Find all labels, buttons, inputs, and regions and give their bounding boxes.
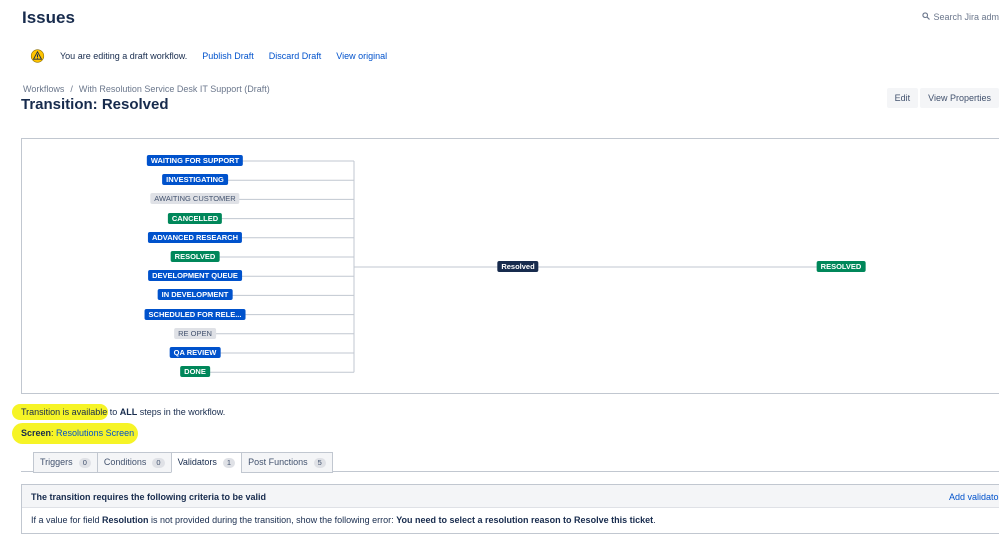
validator-text: is not provided during the transition, s… [148, 515, 397, 525]
tab-count: 0 [152, 457, 165, 468]
from-status-badge: AWAITING CUSTOMER [150, 193, 240, 205]
from-status-badge: IN DEVELOPMENT [157, 289, 233, 301]
breadcrumb: Workflows / With Resolution Service Desk I… [23, 84, 270, 94]
tab-count: 5 [313, 457, 326, 468]
view-properties-button[interactable]: View Properties [920, 88, 999, 108]
tab-label: Validators [177, 457, 217, 467]
availability-suffix: steps in the workflow. [137, 407, 226, 417]
validator-text: . [653, 515, 656, 525]
availability-prefix: Transition is available to [21, 407, 120, 417]
discard-draft-link[interactable]: Discard Draft [269, 51, 322, 61]
header-actions: Edit View Properties [885, 88, 999, 108]
validator-field: Resolution [102, 515, 149, 525]
screen-label: Screen [21, 428, 52, 438]
search-icon [922, 12, 931, 22]
tab-triggers[interactable]: Triggers 0 [33, 452, 98, 473]
from-status-badge: RE OPEN [174, 327, 216, 339]
publish-draft-link[interactable]: Publish Draft [202, 51, 254, 61]
tab-conditions[interactable]: Conditions 0 [96, 452, 172, 473]
from-status-badge: ADVANCED RESEARCH [147, 231, 243, 243]
validator-description: If a value for field Resolution is not p… [31, 515, 656, 525]
search-input[interactable]: Search Jira adm [922, 12, 999, 22]
breadcrumb-workflow-link[interactable]: With Resolution Service Desk IT Support … [79, 84, 270, 94]
validator-text: If a value for field [31, 515, 103, 525]
draft-warning-bar: You are editing a draft workflow. Publis… [30, 47, 402, 65]
tab-bar: Triggers 0 Conditions 0 Validators 1 Post F… [33, 452, 333, 473]
tab-label: Post Functions [248, 457, 308, 467]
resolutions-screen-link[interactable]: Resolutions Screen [56, 428, 134, 438]
transition-title: Transition: Resolved [21, 96, 169, 113]
validator-panel-title: The transition requires the following cr… [31, 492, 267, 502]
availability-all: ALL [119, 407, 138, 417]
from-status-badge: QA REVIEW [169, 347, 221, 358]
tab-label: Triggers [40, 457, 73, 467]
page-title: Issues [22, 8, 75, 27]
draft-message: You are editing a draft workflow. [60, 51, 188, 61]
from-status-badge: INVESTIGATING [162, 174, 228, 186]
transition-diagram: WAITING FOR SUPPORT INVESTIGATING AWAITING… [21, 138, 999, 394]
availability-text: Transition is available to ALL steps in … [21, 407, 225, 417]
breadcrumb-workflows-link[interactable]: Workflows [23, 84, 64, 94]
screen-info: Screen: Resolutions Screen [21, 428, 134, 438]
tab-count: 1 [222, 457, 236, 468]
tab-label: Conditions [103, 457, 147, 467]
from-status-badge: DONE [180, 366, 210, 378]
from-status-badge: WAITING FOR SUPPORT [146, 155, 244, 166]
edit-button[interactable]: Edit [886, 88, 919, 108]
tab-validators[interactable]: Validators 1 [170, 452, 243, 473]
transition-label: Resolved [497, 261, 539, 272]
from-status-badge: SCHEDULED FOR RELE... [144, 308, 246, 320]
search-label: Search Jira adm [933, 12, 999, 22]
breadcrumb-separator: / [70, 84, 73, 94]
warning-icon [30, 49, 45, 63]
from-status-badge: DEVELOPMENT QUEUE [148, 270, 242, 282]
add-validator-link[interactable]: Add validator [949, 492, 999, 502]
tab-count: 0 [78, 457, 91, 468]
view-original-link[interactable]: View original [336, 51, 387, 61]
validator-error: You need to select a resolution reason t… [396, 515, 654, 525]
validator-panel: The transition requires the following cr… [21, 484, 999, 534]
tab-post-functions[interactable]: Post Functions 5 [241, 452, 333, 473]
from-status-badge: RESOLVED [170, 251, 220, 262]
to-status-badge: RESOLVED [816, 261, 866, 272]
from-status-badge: CANCELLED [167, 212, 223, 224]
